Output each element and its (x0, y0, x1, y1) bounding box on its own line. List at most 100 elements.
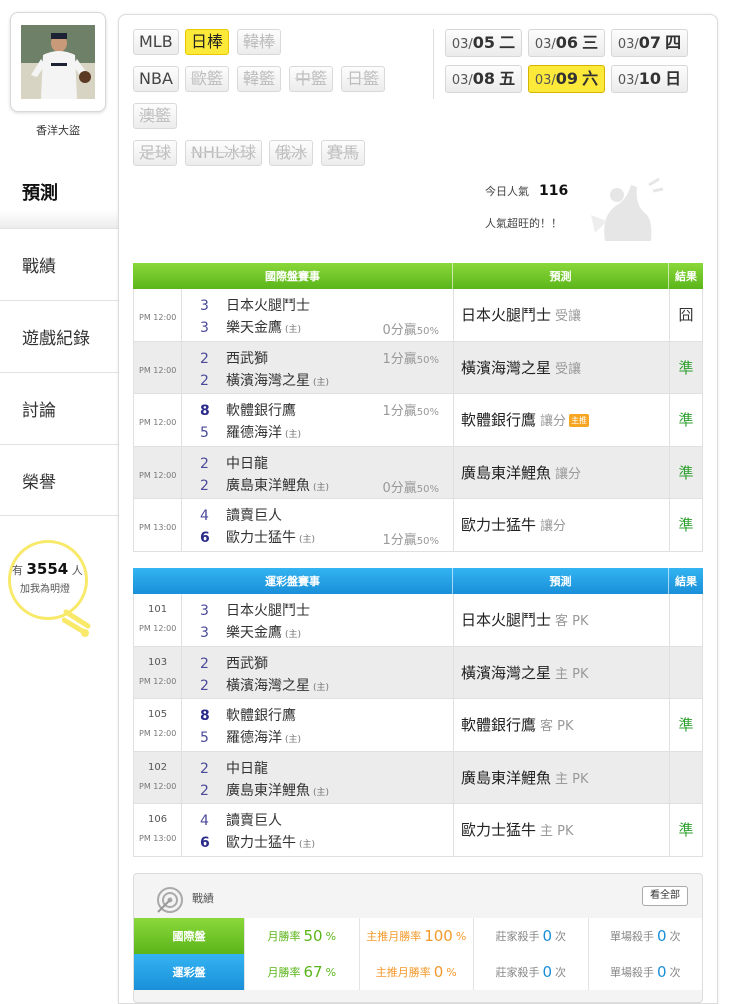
date-button-selected[interactable]: 03/09 六 (528, 65, 605, 93)
prediction-cell: 軟體銀行鷹 讓分 主推 (454, 394, 670, 446)
away-score: 4 (200, 813, 209, 829)
away-score: 2 (200, 655, 209, 672)
away-team-name: 讀賣巨人 (226, 813, 282, 829)
result-cell: 準 (678, 716, 694, 735)
fans-count: 3554 (26, 560, 69, 578)
game-code: 103 (148, 656, 168, 668)
date-button[interactable]: 03/07 四 (611, 29, 688, 57)
away-team-name: 日本火腿鬥士 (226, 298, 310, 314)
table-row: 101 PM 12:00 3 日本火腿鬥士 3 樂天金鷹 (主) 日本火腿鬥士客 PK (133, 594, 703, 647)
fans-count-text: 有 3554 人 (12, 560, 83, 578)
prediction-cell: 橫濱海灣之星主 PK (454, 646, 670, 698)
away-team-name: 中日龍 (226, 760, 268, 777)
predicted-team: 歐力士猛牛 (461, 516, 537, 534)
main-panel: MLB 日棒 韓棒 NBA 歐籃 韓籃 中籃 日籃 澳籃 足球 NHL冰球 俄冰… (118, 14, 718, 1004)
away-team-name: 西武獅 (226, 350, 268, 367)
home-marker: (主) (313, 377, 330, 388)
game-time: 101 PM 12:00 (134, 594, 182, 646)
view-all-button[interactable]: 看全部 (642, 886, 688, 906)
match-cell: 2 中日龍 2 廣島東洋鯉魚 (主) (182, 751, 454, 803)
away-score: 2 (200, 350, 209, 367)
game-code: 102 (148, 761, 168, 773)
date-button[interactable]: 03/08 五 (445, 65, 522, 93)
away-team: 8 軟體銀行鷹 (200, 705, 296, 725)
home-team: 5 羅德海洋 (主) (200, 422, 301, 442)
home-score: 5 (200, 730, 209, 746)
away-team: 2 西武獅 (200, 653, 268, 673)
game-code: 101 (148, 604, 168, 615)
avatar[interactable] (21, 25, 95, 99)
summary-row: 國際盤 月勝率 50% 主推月勝率 100% 莊家殺手 0 次單場殺手 0 次 (134, 918, 702, 954)
away-score: 2 (200, 455, 209, 472)
header-result: 結果 (675, 575, 697, 588)
nav-item-game-history[interactable]: 遊戲紀錄 (0, 300, 120, 372)
predicted-team: 日本火腿鬥士 (461, 611, 552, 629)
nav-item-record[interactable]: 戰績 (0, 228, 120, 300)
home-marker: (主) (313, 482, 330, 493)
follow-lamp-button[interactable]: 有 3554 人 加我為明燈 (8, 540, 92, 640)
target-icon (157, 887, 183, 913)
light-bulb-icon (62, 609, 91, 637)
prediction-type: 受讓 (555, 361, 582, 377)
sport-japan-basketball: 日籃 (341, 66, 386, 92)
market-label[interactable]: 運彩盤 (134, 954, 244, 990)
sport-nba[interactable]: NBA (133, 66, 179, 92)
game-time: PM 13:00 (134, 499, 182, 551)
away-team: 4 讀賣巨人 (200, 505, 282, 525)
nav-item-discussion[interactable]: 討論 (0, 372, 120, 444)
prediction-cell: 日本火腿鬥士客 PK (454, 594, 670, 646)
game-time: PM 12:00 (134, 446, 182, 498)
prediction-cell: 歐力士猛牛 讓分 (454, 499, 670, 551)
match-cell: 2 中日龍 2 廣島東洋鯉魚 (主) 0分贏50% (182, 446, 454, 498)
main-pick-badge: 主推 (569, 414, 590, 427)
away-score: 2 (200, 760, 209, 777)
prediction-type: 讓分 (540, 414, 567, 429)
time-text: PM 12:00 (139, 470, 177, 480)
home-team-name: 羅德海洋 (226, 730, 282, 746)
home-team: 6 歐力士猛牛 (主) (200, 527, 315, 547)
game-time: 102 PM 12:00 (134, 751, 182, 803)
home-score: 2 (200, 677, 209, 694)
sport-mlb[interactable]: MLB (133, 29, 179, 55)
home-team: 2 廣島東洋鯉魚 (主) (200, 780, 329, 800)
predicted-team: 日本火腿鬥士 (461, 306, 552, 324)
date-button[interactable]: 03/10 日 (611, 65, 688, 93)
main-pick-win-rate: 主推月勝率 0% (358, 954, 473, 990)
sidebar-nav: 預測 戰績 遊戲紀錄 討論 榮譽 (0, 156, 120, 516)
home-team: 2 橫濱海灣之星 (主) (200, 675, 329, 695)
away-team: 3 日本火腿鬥士 (200, 600, 310, 620)
match-cell: 8 軟體銀行鷹 5 羅德海洋 (主) 1分贏50% (182, 394, 454, 446)
user-name[interactable]: 香洋大盜 (0, 122, 116, 138)
date-button[interactable]: 03/05 二 (445, 29, 522, 57)
sport-horse-racing: 賽馬 (321, 140, 366, 166)
result-cell: 準 (678, 516, 694, 535)
away-score: 4 (200, 508, 209, 524)
result-cell: 準 (678, 463, 694, 482)
date-button[interactable]: 03/06 三 (528, 29, 605, 57)
predicted-team: 軟體銀行鷹 (461, 716, 537, 734)
home-score: 6 (200, 530, 210, 546)
nav-label: 預測 (22, 183, 58, 204)
avatar-frame[interactable] (10, 12, 106, 112)
prediction-cell: 橫濱海灣之星 受讓 (454, 341, 670, 393)
home-team-name: 樂天金鷹 (226, 625, 282, 641)
table-row: 106 PM 13:00 4 讀賣巨人 6 歐力士猛牛 (主) 歐力士猛牛主 PK 準 (133, 804, 703, 857)
time-text: PM 12:00 (139, 676, 177, 686)
prediction-type: 主 PK (555, 666, 589, 682)
prediction-type: 主 PK (540, 824, 574, 839)
time-text: PM 13:00 (139, 834, 177, 843)
away-score: 8 (200, 708, 210, 724)
nav-item-honor[interactable]: 榮譽 (0, 444, 120, 516)
game-time: PM 12:00 (134, 341, 182, 393)
game-time: PM 12:00 (134, 289, 182, 341)
sport-npb[interactable]: 日棒 (185, 29, 230, 55)
market-label[interactable]: 國際盤 (134, 918, 244, 954)
time-text: PM 13:00 (139, 523, 177, 532)
home-team-name: 廣島東洋鯉魚 (226, 782, 310, 799)
nav-item-predict[interactable]: 預測 (0, 156, 120, 228)
popularity-label: 今日人氣 (485, 185, 529, 198)
match-cell: 4 讀賣巨人 6 歐力士猛牛 (主) 1分贏50% (182, 499, 454, 551)
result-cell (670, 594, 702, 646)
table-header: 運彩盤賽事 預測 結果 (133, 568, 703, 594)
away-score: 3 (200, 603, 209, 619)
